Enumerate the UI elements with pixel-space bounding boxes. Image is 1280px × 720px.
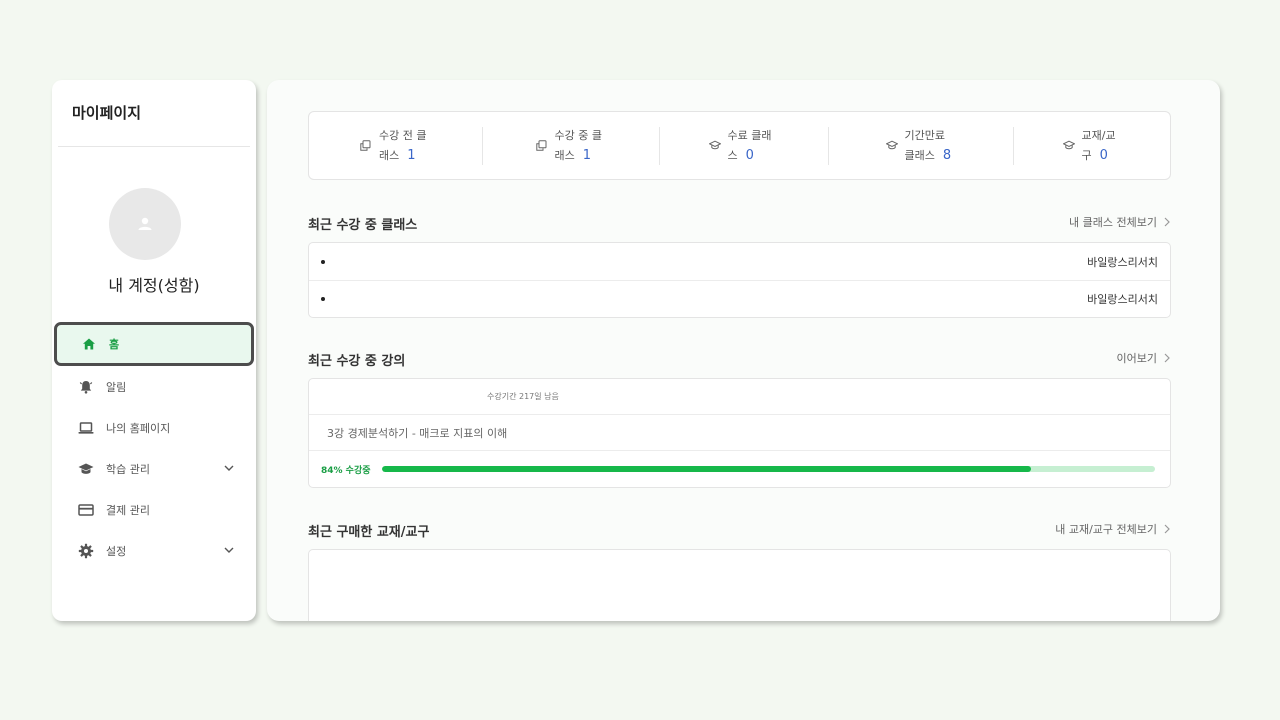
- all-materials-link[interactable]: 내 교재/교구 전체보기: [1055, 521, 1171, 537]
- stat-label: 수강 전 클래스: [379, 128, 427, 162]
- avatar[interactable]: [109, 188, 181, 260]
- chevron-right-icon: [1164, 217, 1170, 227]
- home-icon: [81, 336, 97, 352]
- all-classes-link-label: 내 클래스 전체보기: [1069, 216, 1157, 229]
- recent-lecture-card[interactable]: 수강기간 217일 남음 3강 경제분석하기 - 매크로 지표의 이해 84% …: [308, 378, 1171, 488]
- chevron-down-icon[interactable]: [222, 543, 236, 557]
- lecture-title[interactable]: 3강 경제분석하기 - 매크로 지표의 이해: [309, 415, 1170, 451]
- sidebar-item-payment[interactable]: 결제 관리: [52, 489, 256, 530]
- chevron-right-icon: [1164, 524, 1170, 534]
- sidebar: 마이페이지 내 계정(성함) 홈 알림 나의 홈페이지 학습 관리 결제 관리 …: [52, 80, 256, 621]
- copy-icon: [535, 140, 548, 152]
- stats-bar: 수강 전 클래스 1 수강 중 클래스 1 수료 클래스 0 기간만료 클래스 8 교재…: [308, 111, 1171, 180]
- main-content: 수강 전 클래스 1 수강 중 클래스 1 수료 클래스 0 기간만료 클래스 8 교재…: [267, 80, 1220, 621]
- stat-completed-class[interactable]: 수료 클래스 0: [659, 126, 828, 165]
- chevron-right-icon: [1164, 353, 1170, 363]
- sidebar-item-label: 알림: [106, 380, 127, 394]
- stat-label: 교재/교구: [1081, 128, 1116, 162]
- class-provider: 바일랑스리서치: [1087, 255, 1158, 269]
- sidebar-item-home[interactable]: 홈: [54, 322, 254, 366]
- continue-link[interactable]: 이어보기: [1117, 350, 1171, 366]
- stat-label: 기간만료 클래스: [904, 128, 945, 162]
- graduation-cap-icon: [708, 140, 721, 152]
- graduation-cap-icon: [885, 140, 898, 152]
- sidebar-item-label: 홈: [109, 338, 120, 351]
- bell-icon: [78, 379, 94, 395]
- laptop-icon: [78, 420, 94, 436]
- stat-before-class[interactable]: 수강 전 클래스 1: [309, 127, 482, 165]
- recent-materials-title: 최근 구매한 교재/교구: [308, 525, 430, 540]
- sidebar-item-my-homepage[interactable]: 나의 홈페이지: [52, 407, 256, 448]
- sidebar-item-label: 결제 관리: [106, 503, 150, 517]
- gear-icon: [78, 543, 94, 559]
- credit-card-icon: [78, 502, 94, 518]
- stat-label: 수강 중 클래스: [554, 128, 602, 162]
- copy-icon: [360, 140, 372, 152]
- stat-in-progress-class[interactable]: 수강 중 클래스 1: [482, 126, 659, 165]
- all-materials-link-label: 내 교재/교구 전체보기: [1055, 523, 1157, 536]
- account-name: 내 계정(성함): [108, 276, 200, 295]
- stat-count: 1: [582, 147, 592, 163]
- chevron-down-icon[interactable]: [222, 461, 236, 475]
- sidebar-item-settings[interactable]: 설정: [52, 530, 256, 571]
- sidebar-divider: [58, 146, 250, 147]
- sidebar-item-learning[interactable]: 학습 관리: [52, 448, 256, 489]
- bullet: [321, 259, 325, 264]
- lecture-progress: 84% 수강중: [309, 451, 1170, 487]
- sidebar-item-label: 설정: [106, 544, 127, 558]
- sidebar-item-label: 학습 관리: [106, 462, 150, 476]
- all-classes-link[interactable]: 내 클래스 전체보기: [1069, 214, 1171, 230]
- user-icon: [138, 217, 152, 230]
- stat-count: 0: [745, 147, 754, 163]
- progress-bar: [381, 466, 1155, 472]
- sidebar-title: 마이페이지: [72, 104, 142, 122]
- recent-classes-list: 바일랑스리서치 바일랑스리서치: [308, 242, 1171, 318]
- continue-link-label: 이어보기: [1116, 352, 1157, 365]
- list-item[interactable]: 바일랑스리서치: [309, 280, 1170, 317]
- recent-lecture-title: 최근 수강 중 강의: [308, 354, 406, 369]
- stat-materials[interactable]: 교재/교구 0: [1013, 126, 1170, 165]
- sidebar-item-notifications[interactable]: 알림: [52, 366, 256, 407]
- sidebar-nav: 홈 알림 나의 홈페이지 학습 관리 결제 관리 설정: [52, 322, 256, 571]
- stat-count: 1: [407, 147, 416, 163]
- class-provider: 바일랑스리서치: [1087, 293, 1158, 306]
- lecture-period: 수강기간 217일 남음: [309, 379, 1170, 415]
- stat-count: 8: [942, 147, 952, 163]
- recent-materials-list: [308, 549, 1171, 621]
- list-item[interactable]: 바일랑스리서치: [309, 243, 1170, 280]
- progress-label: 84% 수강중: [321, 465, 371, 476]
- bullet: [321, 297, 325, 301]
- recent-classes-title: 최근 수강 중 클래스: [308, 218, 418, 233]
- stat-count: 0: [1099, 147, 1108, 163]
- progress-fill: [381, 466, 1031, 472]
- graduation-cap-icon: [1062, 140, 1075, 152]
- stat-expired-class[interactable]: 기간만료 클래스 8: [828, 126, 1013, 165]
- sidebar-item-label: 나의 홈페이지: [106, 421, 171, 435]
- graduation-cap-icon: [78, 461, 94, 477]
